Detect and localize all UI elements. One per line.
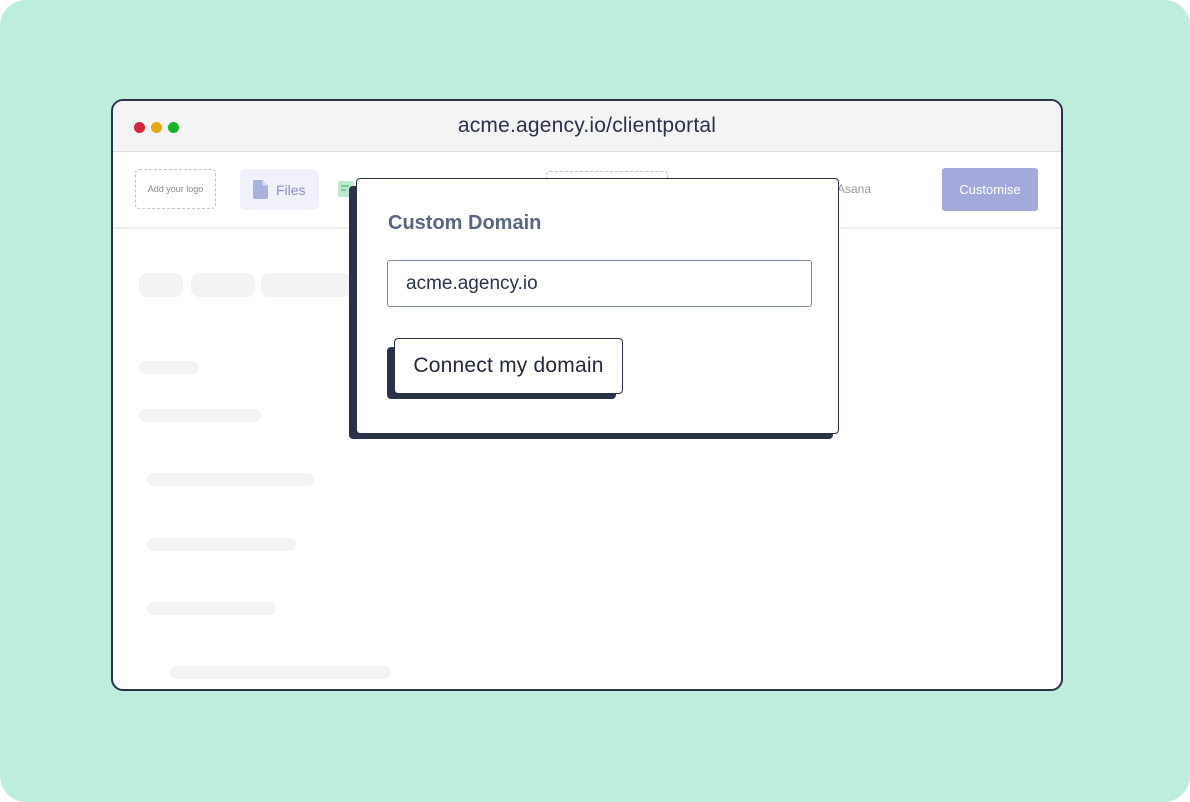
tab-asana[interactable]: Asana: [837, 182, 871, 196]
tab-files-label: Files: [276, 181, 306, 198]
skeleton-line: [147, 602, 276, 615]
address-bar-url[interactable]: acme.agency.io/clientportal: [113, 114, 1061, 138]
skeleton-line: [139, 409, 261, 422]
skeleton-block: [139, 273, 183, 297]
skeleton-line: [147, 473, 314, 486]
dialog-title: Custom Domain: [388, 212, 542, 234]
custom-domain-dialog: Custom Domain Connect my domain: [356, 178, 839, 434]
file-icon: [253, 180, 268, 199]
add-logo-placeholder[interactable]: Add your logo: [135, 169, 216, 209]
tab-files[interactable]: Files: [240, 169, 319, 210]
browser-titlebar: acme.agency.io/clientportal: [113, 101, 1061, 152]
domain-input[interactable]: [387, 260, 812, 307]
connect-domain-button[interactable]: Connect my domain: [394, 338, 623, 394]
skeleton-line: [139, 361, 199, 374]
skeleton-line: [170, 666, 391, 679]
skeleton-line: [147, 538, 296, 551]
skeleton-block: [191, 273, 255, 297]
customise-button[interactable]: Customise: [942, 168, 1038, 211]
skeleton-block: [261, 273, 351, 297]
